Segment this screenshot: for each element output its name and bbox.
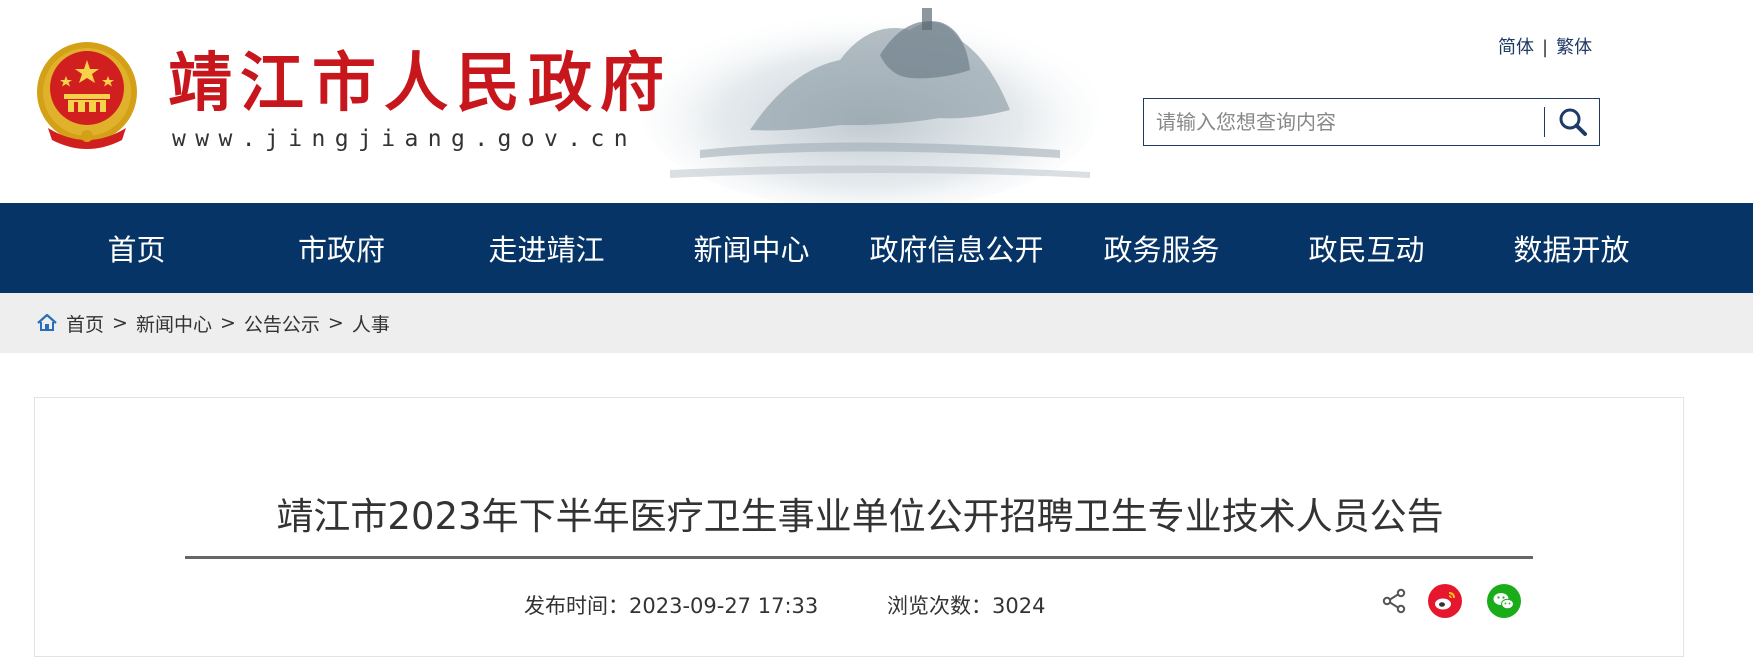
publish-info: 发布时间：2023-09-27 17:33 <box>524 590 818 620</box>
nav-item-government-info[interactable]: 政府信息公开 <box>854 203 1059 293</box>
breadcrumb-news-center[interactable]: 新闻中心 <box>136 310 212 337</box>
site-url: www.jingjiang.gov.cn <box>172 126 637 152</box>
nav-item-open-data[interactable]: 数据开放 <box>1469 203 1674 293</box>
national-emblem-icon <box>37 42 137 149</box>
search-divider <box>1544 107 1545 137</box>
breadcrumb: 首页 > 新闻中心 > 公告公示 > 人事 <box>0 293 1753 353</box>
lang-simplified-link[interactable]: 简体 <box>1498 37 1534 58</box>
nav-item-city-government[interactable]: 市政府 <box>239 203 444 293</box>
publish-label: 发布时间： <box>524 594 629 618</box>
language-switch: 简体 | 繁体 <box>1498 33 1592 59</box>
nav-item-about-jingjiang[interactable]: 走进靖江 <box>444 203 649 293</box>
lang-traditional-link[interactable]: 繁体 <box>1556 37 1592 58</box>
home-icon <box>37 313 57 331</box>
share-icon[interactable] <box>1381 588 1407 614</box>
wechat-icon[interactable] <box>1487 584 1521 618</box>
article-panel: 靖江市2023年下半年医疗卫生事业单位公开招聘卫生专业技术人员公告 发布时间：2… <box>34 397 1684 657</box>
publish-time: 2023-09-27 17:33 <box>629 594 819 618</box>
title-divider <box>185 556 1533 559</box>
nav-item-home[interactable]: 首页 <box>34 203 239 293</box>
breadcrumb-separator: > <box>112 312 128 334</box>
lang-separator: | <box>1542 37 1549 58</box>
breadcrumb-separator: > <box>219 312 236 334</box>
nav-item-public-interaction[interactable]: 政民互动 <box>1264 203 1469 293</box>
view-count-info: 浏览次数：3024 <box>887 590 1045 620</box>
nav-item-news-center[interactable]: 新闻中心 <box>649 203 854 293</box>
landscape-image <box>640 8 1100 203</box>
view-count: 3024 <box>992 594 1046 618</box>
weibo-icon[interactable] <box>1428 584 1462 618</box>
site-header: 靖江市人民政府 www.jingjiang.gov.cn 简体 | 繁体 <box>0 0 1753 203</box>
breadcrumb-home[interactable]: 首页 <box>66 310 104 337</box>
search-button[interactable] <box>1548 99 1598 145</box>
article-title: 靖江市2023年下半年医疗卫生事业单位公开招聘卫生专业技术人员公告 <box>276 495 1444 538</box>
breadcrumb-announcements[interactable]: 公告公示 <box>244 310 320 337</box>
breadcrumb-personnel[interactable]: 人事 <box>352 310 390 337</box>
search-box <box>1143 98 1600 146</box>
search-icon <box>1559 108 1587 136</box>
breadcrumb-separator: > <box>327 312 344 334</box>
main-nav: 首页 市政府 走进靖江 新闻中心 政府信息公开 政务服务 政民互动 数据开放 <box>0 203 1753 293</box>
site-title: 靖江市人民政府 <box>168 46 672 121</box>
views-label: 浏览次数： <box>887 594 992 618</box>
search-input[interactable] <box>1144 99 1542 145</box>
nav-item-government-services[interactable]: 政务服务 <box>1059 203 1264 293</box>
